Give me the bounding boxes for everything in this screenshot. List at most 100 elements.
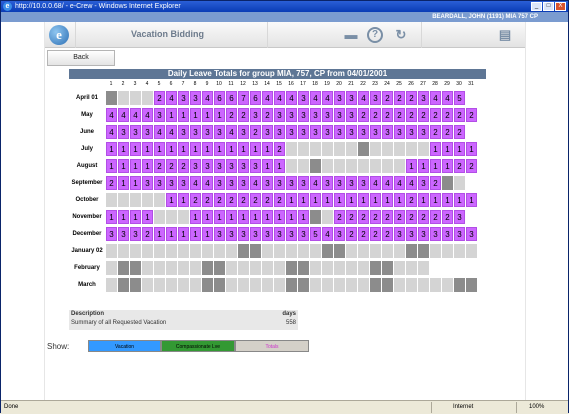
grid-title: Daily Leave Totals for group MIA, 757, C… (69, 69, 486, 79)
minimize-button[interactable]: _ (531, 2, 542, 11)
leave-count-cell: 1 (454, 193, 465, 207)
blocked-day-cell (286, 261, 297, 275)
day-number: 4 (145, 81, 149, 87)
leave-count-cell: 1 (418, 193, 429, 207)
maximize-button[interactable]: □ (543, 2, 554, 11)
empty-day-cell (142, 244, 153, 258)
month-label: November (72, 214, 102, 220)
leave-count-cell: 2 (466, 108, 477, 122)
leave-count-cell: 2 (394, 91, 405, 105)
leave-count-cell: 4 (166, 91, 177, 105)
empty-day-cell (274, 278, 285, 292)
leave-count-cell: 2 (250, 125, 261, 139)
month-label: August (76, 163, 98, 169)
close-button[interactable]: X (555, 2, 566, 11)
exit-icon[interactable]: ↻ (393, 27, 409, 43)
leave-count-cell: 1 (130, 159, 141, 173)
leave-count-cell: 4 (358, 91, 369, 105)
month-label: September (71, 180, 103, 186)
status-divider (431, 402, 432, 413)
leave-count-cell: 1 (262, 142, 273, 156)
empty-day-cell (370, 142, 381, 156)
empty-day-cell (190, 278, 201, 292)
empty-day-cell (454, 176, 465, 190)
leave-count-cell: 3 (454, 210, 465, 224)
empty-day-cell (310, 244, 321, 258)
show-label: Show: (47, 342, 70, 351)
day-number: 11 (228, 81, 234, 87)
leave-count-cell: 1 (130, 210, 141, 224)
leave-count-cell: 4 (106, 125, 117, 139)
empty-day-cell (310, 142, 321, 156)
leave-count-cell: 1 (106, 159, 117, 173)
empty-day-cell (298, 142, 309, 156)
leave-count-cell: 4 (250, 176, 261, 190)
empty-day-cell (370, 159, 381, 173)
ie-icon: e (3, 2, 12, 11)
leave-count-cell: 2 (358, 227, 369, 241)
leave-count-cell: 3 (298, 227, 309, 241)
empty-day-cell (238, 278, 249, 292)
leave-count-cell: 1 (394, 193, 405, 207)
leave-count-cell: 3 (334, 125, 345, 139)
leave-count-cell: 1 (274, 210, 285, 224)
leave-count-cell: 3 (190, 125, 201, 139)
zoom-level[interactable]: 100% (529, 401, 544, 414)
printer-icon[interactable]: ▬ (343, 27, 359, 43)
vacation-toggle[interactable]: Vacation (88, 340, 161, 352)
back-button[interactable]: Back (47, 50, 115, 66)
leave-count-cell: 3 (286, 227, 297, 241)
compassionate-leave-toggle[interactable]: Compassionate Lve (161, 340, 235, 352)
leave-count-cell: 2 (454, 159, 465, 173)
leave-count-cell: 2 (394, 210, 405, 224)
notepad-icon[interactable]: ▤ (497, 27, 513, 43)
leave-count-cell: 4 (394, 176, 405, 190)
leave-count-cell: 1 (322, 193, 333, 207)
empty-day-cell (358, 261, 369, 275)
leave-count-cell: 4 (190, 176, 201, 190)
user-info: BEARDALL, JOHN (1191) MIA 757 CP (432, 14, 538, 20)
blocked-day-cell (238, 244, 249, 258)
empty-day-cell (202, 244, 213, 258)
empty-day-cell (418, 142, 429, 156)
day-number: 31 (468, 81, 474, 87)
leave-count-cell: 2 (274, 142, 285, 156)
leave-count-cell: 3 (442, 227, 453, 241)
day-number: 8 (193, 81, 197, 87)
leave-count-cell: 1 (226, 210, 237, 224)
leave-count-cell: 2 (154, 91, 165, 105)
leave-count-cell: 1 (286, 193, 297, 207)
leave-count-cell: 1 (202, 210, 213, 224)
month-label: October (75, 197, 99, 203)
totals-toggle[interactable]: Totals (235, 340, 309, 352)
blocked-day-cell (286, 278, 297, 292)
day-number: 25 (396, 81, 402, 87)
help-icon[interactable]: ? (367, 27, 383, 43)
leave-count-cell: 2 (370, 108, 381, 122)
blocked-day-cell (418, 244, 429, 258)
empty-day-cell (166, 244, 177, 258)
leave-count-cell: 1 (214, 108, 225, 122)
month-label: December (72, 231, 102, 237)
leave-count-cell: 3 (274, 227, 285, 241)
leave-count-cell: 1 (298, 210, 309, 224)
empty-day-cell (262, 261, 273, 275)
leave-count-cell: 1 (442, 193, 453, 207)
empty-day-cell (142, 91, 153, 105)
status-text: Done (4, 404, 19, 410)
leave-count-cell: 4 (370, 176, 381, 190)
leave-count-cell: 3 (238, 176, 249, 190)
leave-count-cell: 1 (202, 142, 213, 156)
leave-count-cell: 1 (190, 142, 201, 156)
empty-day-cell (106, 244, 117, 258)
leave-count-cell: 3 (346, 108, 357, 122)
leave-count-cell: 3 (202, 125, 213, 139)
empty-day-cell (394, 261, 405, 275)
leave-count-cell: 4 (130, 108, 141, 122)
leave-count-cell: 2 (262, 193, 273, 207)
blocked-day-cell (466, 278, 477, 292)
day-number: 24 (384, 81, 390, 87)
leave-count-cell: 3 (190, 91, 201, 105)
leave-count-cell: 1 (262, 159, 273, 173)
leave-count-cell: 2 (430, 125, 441, 139)
